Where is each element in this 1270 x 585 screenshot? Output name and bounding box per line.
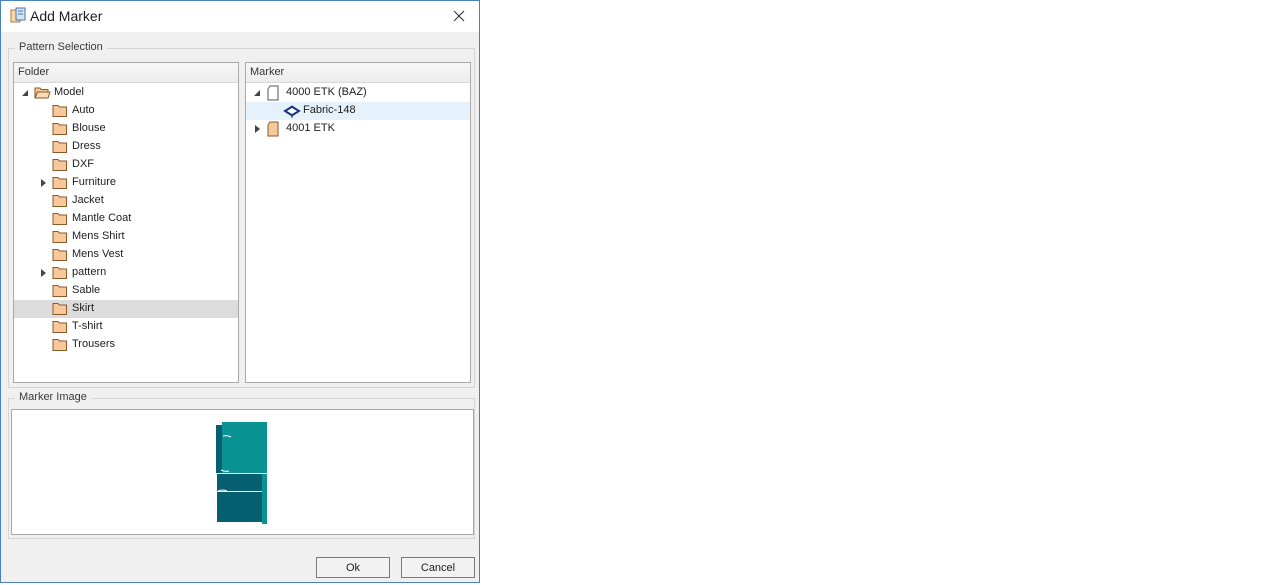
folder-label: Trousers	[72, 338, 115, 350]
folder-icon	[52, 339, 67, 351]
folder-row[interactable]: Auto	[14, 102, 238, 120]
folder-icon	[52, 141, 67, 153]
folder-icon	[52, 177, 67, 189]
folder-row[interactable]: T-shirt	[14, 318, 238, 336]
marker-image-title: Marker Image	[15, 391, 91, 403]
marker-label: 4000 ETK (BAZ)	[286, 86, 367, 98]
folder-label: Sable	[72, 284, 101, 296]
expanded-arrow-icon[interactable]	[20, 88, 30, 98]
window-title: Add Marker	[30, 8, 103, 24]
folder-row[interactable]: Mantle Coat	[14, 210, 238, 228]
folder-row[interactable]: pattern	[14, 264, 238, 282]
folder-label: Skirt	[72, 302, 94, 314]
marker-image-preview	[11, 409, 474, 535]
folder-row[interactable]: Blouse	[14, 120, 238, 138]
marker-row[interactable]: 4000 ETK (BAZ)	[246, 84, 470, 102]
fabric-icon	[283, 105, 301, 118]
folder-label: Dress	[72, 140, 101, 152]
collapsed-arrow-icon[interactable]	[252, 124, 262, 134]
folder-label: Mens Shirt	[72, 230, 125, 242]
marker-label: 4001 ETK	[286, 122, 335, 134]
folder-row[interactable]: Sable	[14, 282, 238, 300]
pattern-selection-title: Pattern Selection	[15, 41, 107, 53]
folder-icon	[52, 213, 67, 225]
collapsed-arrow-icon[interactable]	[38, 178, 48, 188]
marker-layout-image	[216, 422, 267, 524]
folder-label: Model	[54, 86, 84, 98]
folder-column-header[interactable]: Folder	[14, 63, 238, 83]
folder-icon	[52, 159, 67, 171]
document-icon	[267, 85, 279, 101]
folder-row[interactable]: Trousers	[14, 336, 238, 354]
folder-label: T-shirt	[72, 320, 103, 332]
marker-column-header[interactable]: Marker	[246, 63, 470, 83]
folder-label: Mantle Coat	[72, 212, 132, 224]
folder-row[interactable]: Jacket	[14, 192, 238, 210]
folder-row-selected[interactable]: Skirt	[14, 300, 238, 318]
folder-label: pattern	[72, 266, 107, 278]
folder-header-label: Folder	[18, 66, 50, 78]
marker-row[interactable]: 4001 ETK	[246, 120, 470, 138]
folder-icon	[52, 105, 67, 117]
folder-icon	[52, 231, 67, 243]
folder-row[interactable]: Mens Vest	[14, 246, 238, 264]
folder-icon	[52, 303, 67, 315]
folder-icon	[52, 195, 67, 207]
marker-header-label: Marker	[250, 66, 285, 78]
folder-row[interactable]: Furniture	[14, 174, 238, 192]
folder-row-model[interactable]: Model	[14, 84, 238, 102]
folder-row[interactable]: DXF	[14, 156, 238, 174]
marker-label: Fabric-148	[303, 104, 356, 116]
folder-label: DXF	[72, 158, 94, 170]
folder-label: Furniture	[72, 176, 117, 188]
open-folder-icon	[34, 87, 51, 99]
folder-label: Auto	[72, 104, 95, 116]
folder-icon	[52, 285, 67, 297]
add-marker-dialog: Add Marker Pattern Selection Folder Mode…	[0, 0, 480, 583]
document-filled-icon	[267, 121, 279, 137]
marker-app-icon	[10, 7, 26, 23]
close-icon	[453, 10, 465, 22]
ok-button[interactable]: Ok	[316, 557, 390, 578]
folder-label: Mens Vest	[72, 248, 124, 260]
folder-icon	[52, 267, 67, 279]
marker-row-fabric[interactable]: Fabric-148	[246, 102, 470, 120]
title-bar: Add Marker	[1, 1, 479, 32]
close-button[interactable]	[445, 3, 473, 29]
collapsed-arrow-icon[interactable]	[38, 268, 48, 278]
folder-row[interactable]: Mens Shirt	[14, 228, 238, 246]
folder-icon	[52, 321, 67, 333]
folder-icon	[52, 123, 67, 135]
cancel-button[interactable]: Cancel	[401, 557, 475, 578]
folder-tree[interactable]: Folder Model Auto Blouse Dress DXF Furni…	[13, 62, 239, 383]
folder-icon	[52, 249, 67, 261]
marker-tree[interactable]: Marker 4000 ETK (BAZ) Fabric-148 4001 ET…	[245, 62, 471, 383]
folder-label: Jacket	[72, 194, 104, 206]
expanded-arrow-icon[interactable]	[252, 88, 262, 98]
folder-row[interactable]: Dress	[14, 138, 238, 156]
folder-label: Blouse	[72, 122, 106, 134]
